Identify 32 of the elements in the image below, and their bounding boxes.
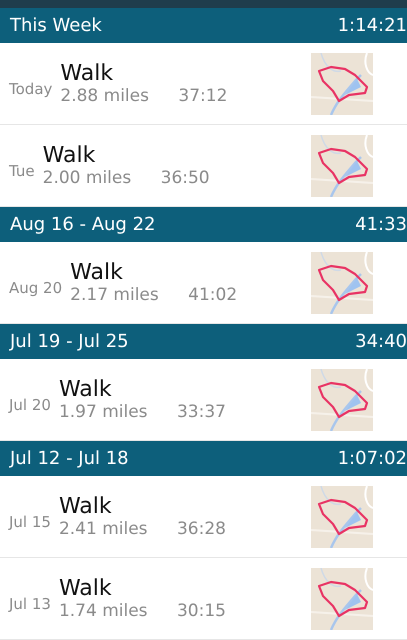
activity-day: Tue <box>9 162 35 180</box>
activity-day: Today <box>9 80 52 98</box>
week-total: 34:40 <box>355 331 407 352</box>
week-label: Jul 12 - Jul 18 <box>10 448 129 469</box>
activity-title: Walk <box>42 143 96 168</box>
activity-distance: 2.41 miles <box>58 519 149 539</box>
week-label: Jul 19 - Jul 25 <box>10 331 129 352</box>
activity-duration: 41:02 <box>188 285 238 305</box>
activity-duration: 36:50 <box>160 168 210 188</box>
week-label: This Week <box>10 15 102 36</box>
activity-distance: 1.97 miles <box>58 402 149 422</box>
activity-distance: 2.17 miles <box>70 285 160 305</box>
activity-title: Walk <box>60 61 114 86</box>
activity-distance: 1.74 miles <box>58 601 149 621</box>
activity-day: Jul 15 <box>9 512 51 530</box>
activity-day: Aug 20 <box>9 278 62 296</box>
activity-day: Jul 13 <box>9 594 51 612</box>
activity-distance: 2.88 miles <box>60 86 150 106</box>
activity-duration: 37:12 <box>178 86 228 106</box>
activity-distance: 2.00 miles <box>42 168 132 188</box>
activity-duration: 33:37 <box>176 402 226 422</box>
activity-title: Walk <box>58 576 113 601</box>
week-total: 41:33 <box>355 214 407 235</box>
week-total: 1:07:02 <box>338 448 407 469</box>
activity-title: Walk <box>70 260 124 285</box>
activity-duration: 30:15 <box>176 601 226 621</box>
activity-title: Walk <box>58 377 113 402</box>
week-total: 1:14:21 <box>338 15 407 36</box>
week-label: Aug 16 - Aug 22 <box>10 214 156 235</box>
activity-day: Jul 20 <box>9 396 51 414</box>
activity-duration: 36:28 <box>176 519 226 539</box>
activity-title: Walk <box>58 494 113 519</box>
